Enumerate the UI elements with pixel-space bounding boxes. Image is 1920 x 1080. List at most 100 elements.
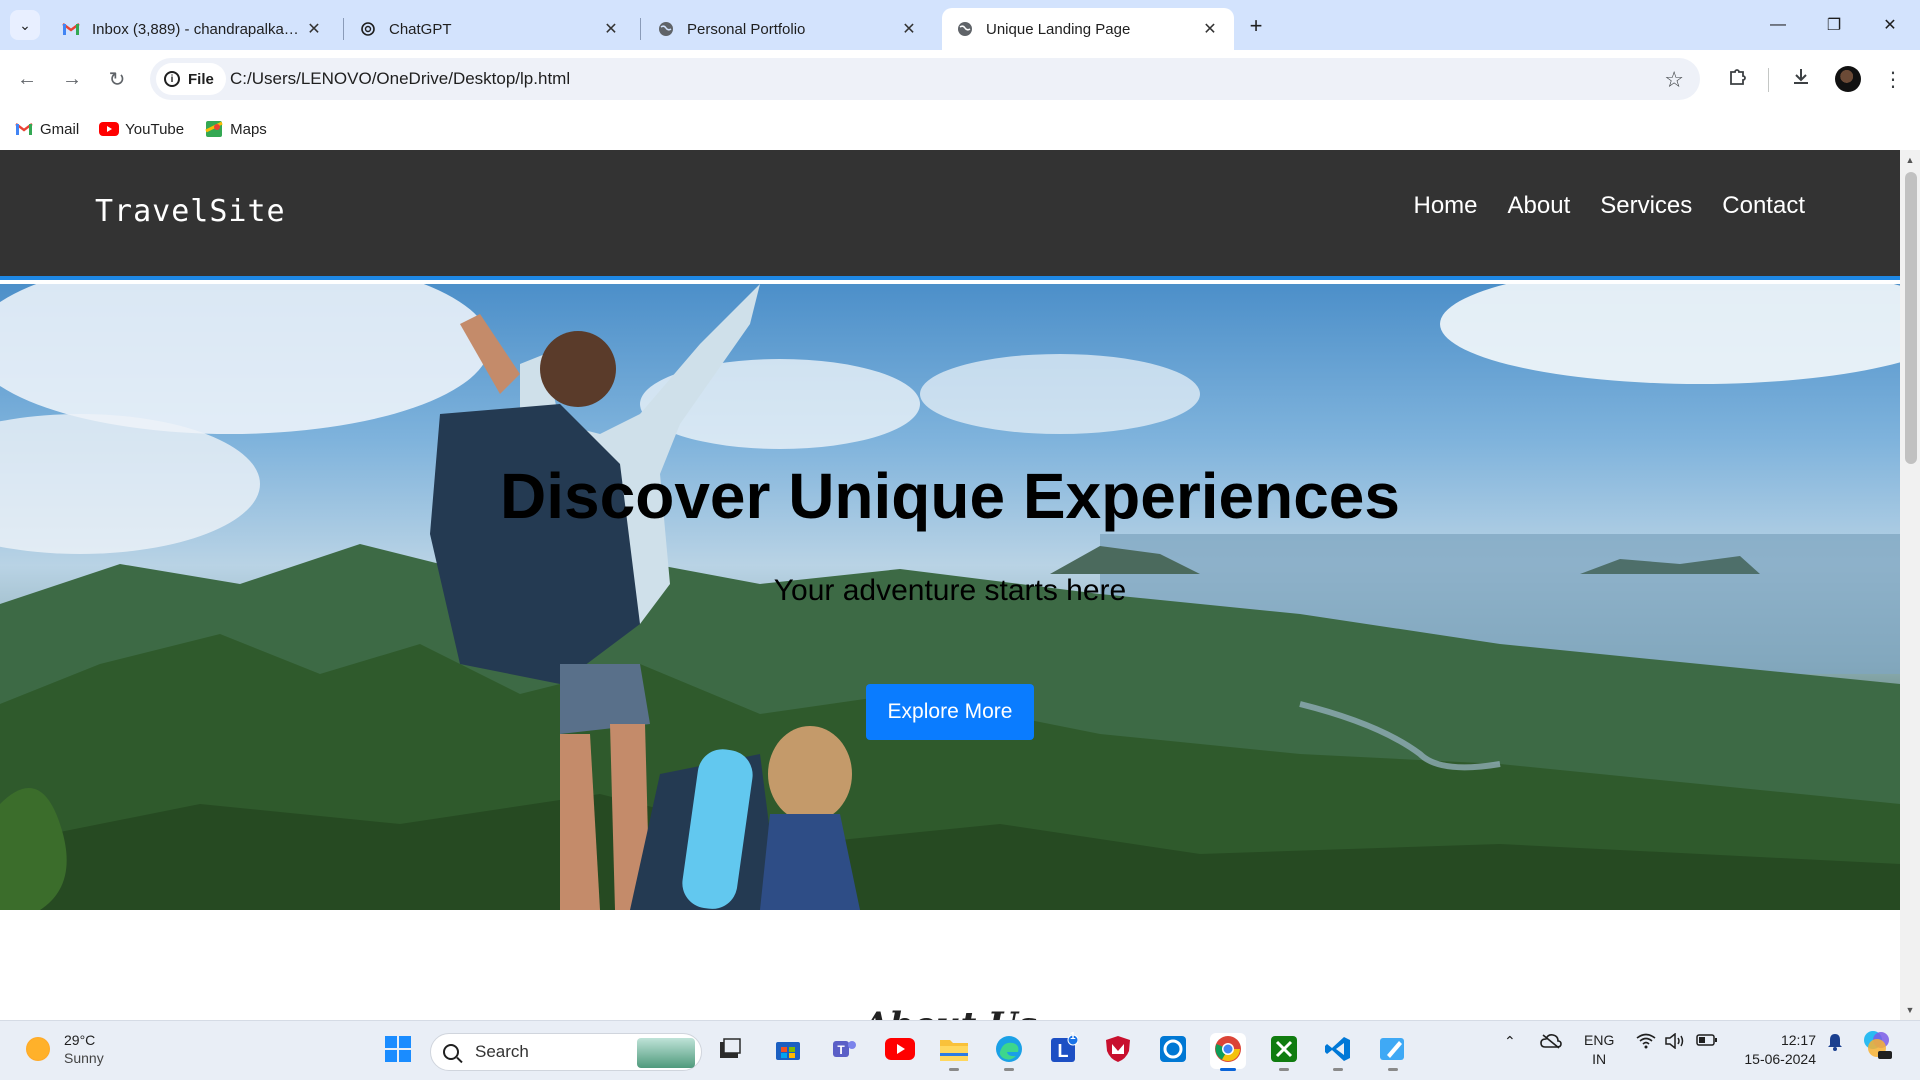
site-nav: Home About Services Contact	[1384, 192, 1806, 220]
copilot-icon[interactable]	[1862, 1029, 1892, 1062]
profile-avatar[interactable]	[1835, 66, 1861, 92]
extensions-button[interactable]	[1720, 62, 1754, 96]
onedrive-icon[interactable]	[1540, 1033, 1562, 1052]
bookmark-gmail[interactable]: Gmail	[14, 121, 79, 138]
tab-personal-portfolio[interactable]: Personal Portfolio ✕	[643, 8, 933, 50]
info-icon: i	[164, 71, 180, 87]
taskbar-app-edge[interactable]	[991, 1033, 1027, 1071]
sun-icon	[26, 1037, 50, 1061]
bookmark-youtube[interactable]: YouTube	[99, 121, 184, 138]
close-icon[interactable]: ✕	[1200, 19, 1220, 39]
system-clock[interactable]: 12:17 15-06-2024	[1736, 1031, 1816, 1069]
taskbar-app-youtube[interactable]	[882, 1033, 918, 1069]
taskbar-app-mcafee[interactable]	[1100, 1033, 1136, 1069]
svg-text:L: L	[1058, 1041, 1069, 1061]
close-icon[interactable]: ✕	[304, 19, 324, 39]
minimize-button[interactable]: —	[1758, 10, 1798, 40]
tray-overflow-chevron-icon[interactable]: ⌃	[1504, 1033, 1516, 1050]
taskbar-app-store[interactable]	[770, 1033, 806, 1069]
taskbar-app-paint[interactable]	[1375, 1033, 1411, 1071]
taskbar-app-l[interactable]: L 1	[1046, 1031, 1082, 1069]
weather-widget[interactable]: 29°C Sunny	[26, 1031, 104, 1067]
weather-temp: 29°C	[64, 1032, 96, 1048]
notification-bell-icon[interactable]	[1826, 1033, 1844, 1054]
url-text[interactable]: C:/Users/LENOVO/OneDrive/Desktop/lp.html	[230, 69, 570, 89]
scrollbar-thumb[interactable]	[1905, 172, 1917, 464]
back-button[interactable]: ←	[10, 62, 44, 96]
browser-toolbar: ← → ↻ i File C:/Users/LENOVO/OneDrive/De…	[0, 50, 1920, 108]
running-indicator	[1388, 1068, 1398, 1071]
site-logo[interactable]: TravelSite	[95, 194, 286, 229]
new-tab-button[interactable]: +	[1242, 12, 1270, 40]
bookmark-maps[interactable]: Maps	[204, 121, 267, 138]
language-indicator[interactable]: ENG IN	[1584, 1031, 1614, 1069]
tab-unique-landing-page[interactable]: Unique Landing Page ✕	[942, 8, 1234, 50]
close-icon[interactable]: ✕	[899, 19, 919, 39]
task-view-icon	[718, 1037, 742, 1065]
taskbar-app-file-explorer[interactable]	[936, 1033, 972, 1071]
tab-title: Personal Portfolio	[687, 20, 806, 38]
volume-icon[interactable]	[1665, 1032, 1685, 1052]
nav-link-about[interactable]: About	[1508, 192, 1571, 220]
clock-time: 12:17	[1780, 1032, 1816, 1048]
running-indicator	[949, 1068, 959, 1071]
explore-more-button[interactable]: Explore More	[866, 684, 1034, 740]
tab-chatgpt[interactable]: ChatGPT ✕	[345, 8, 635, 50]
page-scrollbar[interactable]: ▲ ▼	[1900, 150, 1920, 1020]
taskbar-app-xbox[interactable]	[1266, 1033, 1302, 1071]
tab-separator	[640, 18, 641, 40]
running-indicator	[1333, 1068, 1343, 1071]
tab-search-button[interactable]: ⌄	[10, 10, 40, 40]
taskbar-app-circle[interactable]	[1155, 1033, 1191, 1069]
tab-gmail[interactable]: Inbox (3,889) - chandrapalkasha ✕	[48, 8, 338, 50]
address-bar[interactable]: i File C:/Users/LENOVO/OneDrive/Desktop/…	[150, 58, 1700, 100]
chevron-down-icon: ⌄	[19, 16, 31, 33]
scroll-down-arrow-icon[interactable]: ▼	[1900, 1002, 1920, 1018]
restore-icon: ❐	[1826, 17, 1842, 34]
reload-button[interactable]: ↻	[100, 62, 134, 96]
puzzle-icon	[1727, 66, 1747, 92]
site-info-chip[interactable]: i File	[156, 63, 226, 95]
close-icon[interactable]: ✕	[601, 19, 621, 39]
restore-button[interactable]: ❐	[1814, 10, 1854, 40]
gmail-icon	[62, 20, 80, 38]
running-indicator	[1004, 1068, 1014, 1071]
tab-title: Unique Landing Page	[986, 20, 1131, 38]
taskbar-app-vscode[interactable]	[1320, 1033, 1356, 1071]
lang-line2: IN	[1592, 1051, 1607, 1067]
forward-button[interactable]: →	[55, 62, 89, 96]
search-placeholder: Search	[475, 1042, 529, 1061]
close-window-button[interactable]: ✕	[1870, 10, 1910, 40]
scroll-up-arrow-icon[interactable]: ▲	[1900, 152, 1920, 168]
downloads-button[interactable]	[1784, 62, 1818, 96]
taskbar-app-chrome[interactable]	[1210, 1033, 1246, 1071]
site-header: TravelSite Home About Services Contact	[0, 150, 1900, 280]
xbox-icon	[1270, 1035, 1298, 1068]
chatgpt-icon	[359, 20, 377, 38]
bookmark-label: Gmail	[40, 120, 80, 138]
clock-date: 15-06-2024	[1744, 1051, 1816, 1067]
tab-strip: ⌄ Inbox (3,889) - chandrapalkasha ✕ Chat…	[0, 0, 1920, 50]
lang-line1: ENG	[1584, 1032, 1615, 1048]
start-button[interactable]	[380, 1033, 416, 1069]
search-icon	[443, 1044, 459, 1060]
taskbar-search[interactable]: Search	[430, 1033, 702, 1071]
menu-button[interactable]: ⋮	[1876, 62, 1910, 96]
battery-icon[interactable]	[1696, 1033, 1718, 1050]
nav-link-services[interactable]: Services	[1600, 192, 1692, 220]
plus-icon: +	[1249, 13, 1263, 38]
taskbar-app-teams[interactable]: T	[826, 1033, 862, 1069]
chrome-icon	[1214, 1035, 1242, 1068]
nav-link-home[interactable]: Home	[1414, 192, 1478, 220]
bookmark-star-icon[interactable]: ☆	[1664, 67, 1684, 93]
arrow-right-icon: →	[62, 67, 82, 90]
globe-icon	[657, 20, 675, 38]
nav-link-contact[interactable]: Contact	[1722, 192, 1805, 220]
shield-icon	[1105, 1035, 1131, 1068]
task-view-button[interactable]	[712, 1033, 748, 1069]
tab-title: Inbox (3,889) - chandrapalkasha	[92, 20, 304, 38]
weather-condition: Sunny	[64, 1050, 104, 1066]
wifi-icon[interactable]	[1636, 1033, 1656, 1052]
globe-icon	[956, 20, 974, 38]
search-highlight-image	[637, 1038, 695, 1068]
